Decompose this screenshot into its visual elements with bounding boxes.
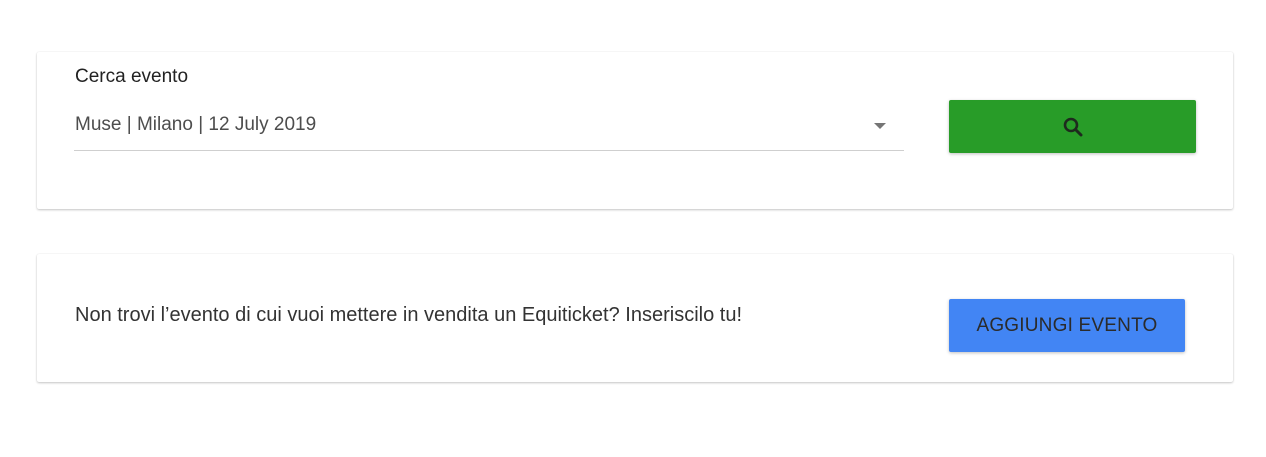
add-event-card: Non trovi l’evento di cui vuoi mettere i… xyxy=(37,254,1233,382)
add-event-button[interactable]: AGGIUNGI EVENTO xyxy=(949,299,1185,352)
dropdown-arrow-icon[interactable] xyxy=(874,123,886,129)
search-button[interactable] xyxy=(949,100,1196,153)
event-select[interactable]: Muse | Milano | 12 July 2019 xyxy=(74,104,904,151)
event-select-value: Muse | Milano | 12 July 2019 xyxy=(75,114,317,135)
add-event-prompt: Non trovi l’evento di cui vuoi mettere i… xyxy=(75,304,743,326)
search-card: Cerca evento Muse | Milano | 12 July 201… xyxy=(37,52,1233,209)
search-icon xyxy=(1063,117,1082,136)
search-field-label: Cerca evento xyxy=(75,66,189,87)
